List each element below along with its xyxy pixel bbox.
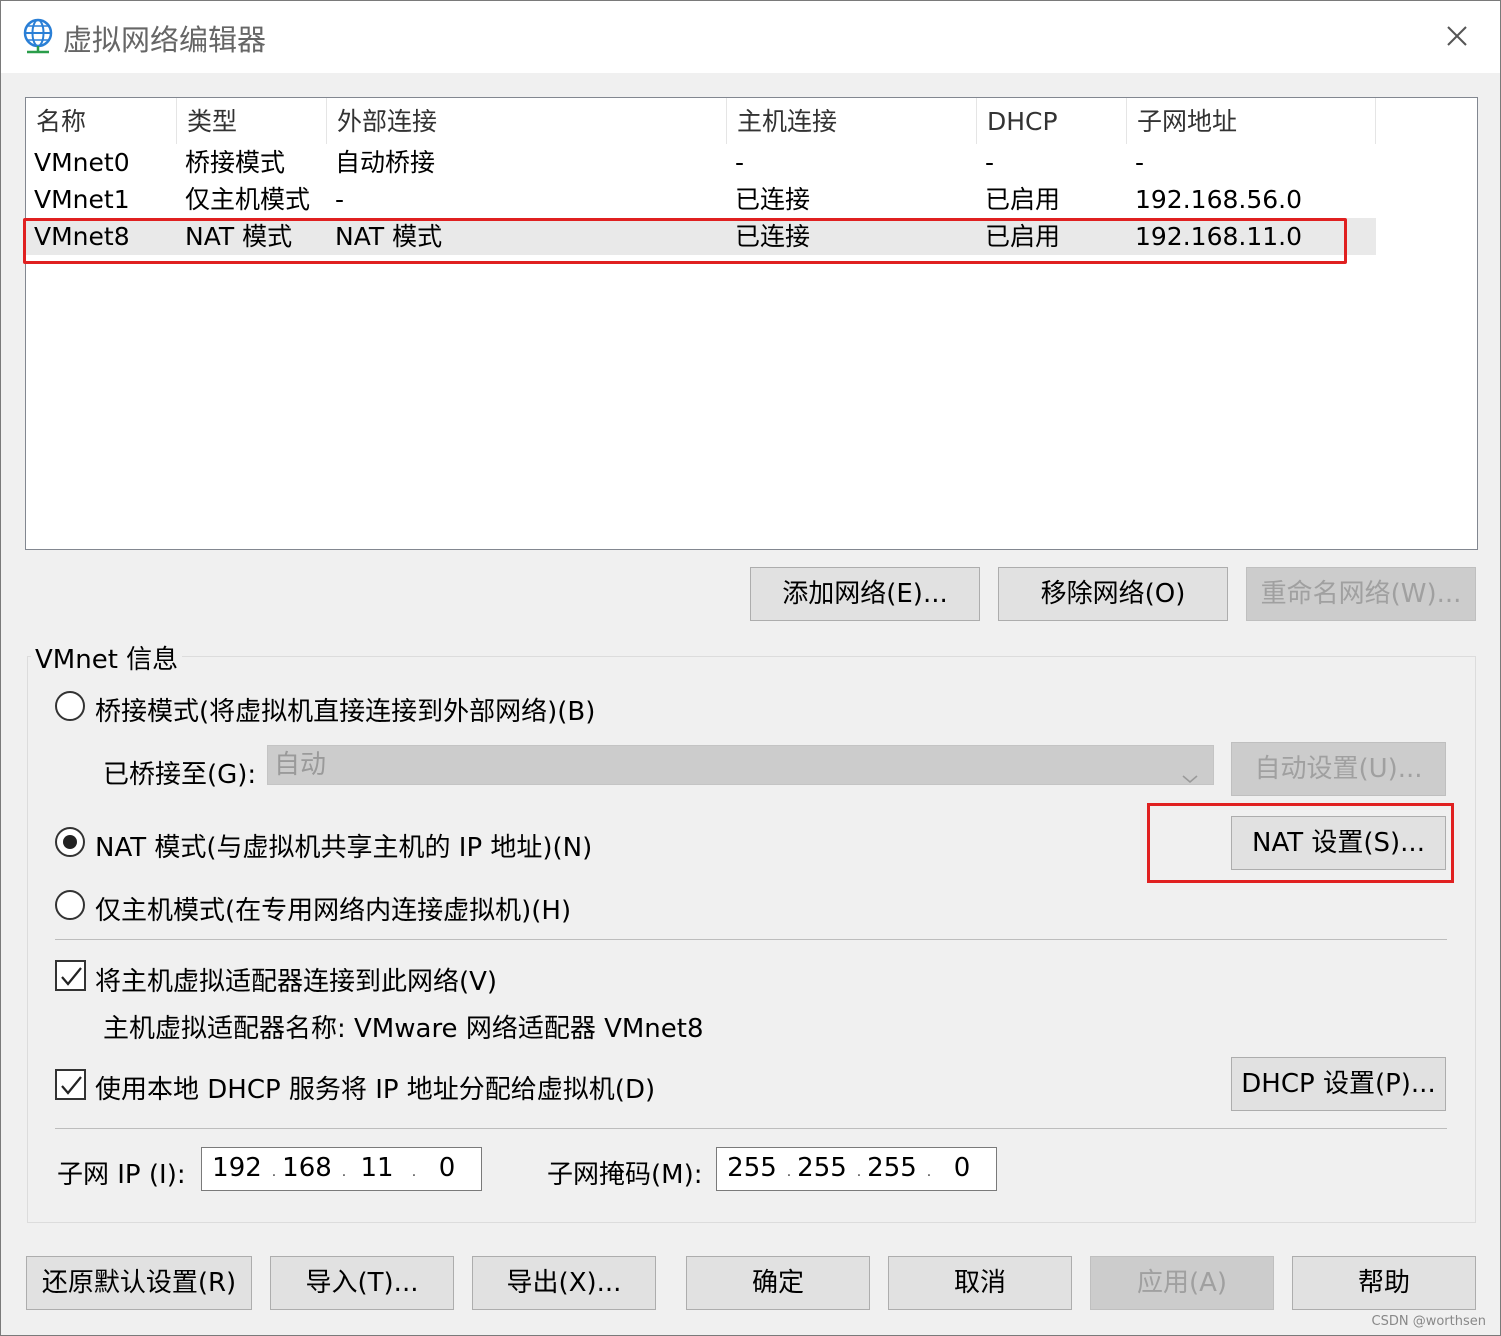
ip-dot: .: [411, 1164, 417, 1180]
cell-dhcp: -: [985, 148, 995, 177]
bridged-to-select[interactable]: 自动: [267, 745, 1214, 785]
subnet-mask-label: 子网掩码(M):: [547, 1160, 703, 1190]
chevron-down-icon: [1181, 758, 1199, 796]
column-header-type[interactable]: 类型: [177, 98, 327, 144]
auto-settings-button[interactable]: 自动设置(U)...: [1231, 742, 1446, 796]
list-row-vmnet1[interactable]: VMnet1 仅主机模式 - 已连接 已启用 192.168.56.0: [26, 181, 1376, 218]
cell-subnet: 192.168.56.0: [1135, 185, 1302, 214]
cell-name: VMnet0: [34, 148, 130, 177]
cell-dhcp: 已启用: [985, 222, 1061, 251]
adapter-name-text: 主机虚拟适配器名称: VMware 网络适配器 VMnet8: [103, 1014, 704, 1044]
cell-host: -: [735, 148, 745, 177]
mask-octet-3[interactable]: 255: [867, 1148, 917, 1190]
dhcp-settings-button[interactable]: DHCP 设置(P)...: [1231, 1057, 1446, 1111]
mask-dot: .: [786, 1164, 792, 1180]
subnet-ip-field[interactable]: 192 . 168 . 11 . 0: [201, 1147, 482, 1191]
column-header-host[interactable]: 主机连接: [727, 98, 977, 144]
list-header: 名称 类型 外部连接 主机连接 DHCP 子网地址: [26, 98, 1376, 144]
nat-mode-label[interactable]: NAT 模式(与虚拟机共享主机的 IP 地址)(N): [95, 827, 592, 864]
export-button[interactable]: 导出(X)...: [472, 1256, 656, 1310]
subnet-mask-field[interactable]: 255 . 255 . 255 . 0: [716, 1147, 997, 1191]
cell-external: -: [335, 185, 345, 214]
mask-octet-4[interactable]: 0: [937, 1148, 987, 1190]
cancel-button[interactable]: 取消: [888, 1256, 1072, 1310]
globe-icon: [21, 18, 55, 54]
cell-subnet: 192.168.11.0: [1135, 222, 1302, 251]
column-header-subnet[interactable]: 子网地址: [1127, 98, 1376, 144]
add-network-button[interactable]: 添加网络(E)...: [750, 567, 980, 621]
cell-type: 仅主机模式: [185, 185, 311, 214]
nat-mode-radio[interactable]: [55, 827, 85, 857]
cell-type: 桥接模式: [185, 148, 286, 177]
cell-dhcp: 已启用: [985, 185, 1061, 214]
help-button[interactable]: 帮助: [1292, 1256, 1476, 1310]
close-icon[interactable]: [1436, 15, 1478, 57]
cell-subnet: -: [1135, 148, 1145, 177]
list-row-vmnet8-selected[interactable]: VMnet8 NAT 模式 NAT 模式 已连接 已启用 192.168.11.…: [26, 218, 1376, 255]
cell-name: VMnet1: [34, 185, 130, 214]
vmnet-info-label: VMnet 信息: [31, 639, 183, 676]
watermark: CSDN @worthsen: [1371, 1314, 1486, 1329]
cell-name: VMnet8: [34, 222, 130, 251]
bridge-mode-label[interactable]: 桥接模式(将虚拟机直接连接到外部网络)(B): [95, 691, 595, 728]
nat-settings-button[interactable]: NAT 设置(S)...: [1231, 816, 1446, 870]
restore-defaults-button[interactable]: 还原默认设置(R): [26, 1256, 252, 1310]
separator: [55, 1128, 1447, 1129]
cell-host: 已连接: [735, 222, 811, 251]
cell-host: 已连接: [735, 185, 811, 214]
apply-button[interactable]: 应用(A): [1090, 1256, 1274, 1310]
connect-adapter-label[interactable]: 将主机虚拟适配器连接到此网络(V): [95, 961, 497, 998]
title-bar: 虚拟网络编辑器: [1, 1, 1500, 73]
ip-octet-4[interactable]: 0: [422, 1148, 472, 1190]
column-header-name[interactable]: 名称: [26, 98, 177, 144]
subnet-ip-label: 子网 IP (I):: [57, 1160, 186, 1190]
mask-dot: .: [926, 1164, 932, 1180]
cell-external: 自动桥接: [335, 148, 436, 177]
separator: [55, 939, 1447, 940]
cell-type: NAT 模式: [185, 222, 293, 251]
host-only-radio[interactable]: [55, 890, 85, 920]
remove-network-button[interactable]: 移除网络(O): [998, 567, 1228, 621]
ip-dot: .: [341, 1164, 347, 1180]
rename-network-button[interactable]: 重命名网络(W)...: [1246, 567, 1476, 621]
column-header-dhcp[interactable]: DHCP: [977, 98, 1127, 144]
window-title: 虚拟网络编辑器: [63, 23, 267, 57]
cell-external: NAT 模式: [335, 222, 443, 251]
use-dhcp-label[interactable]: 使用本地 DHCP 服务将 IP 地址分配给虚拟机(D): [95, 1069, 655, 1106]
ok-button[interactable]: 确定: [686, 1256, 870, 1310]
mask-octet-2[interactable]: 255: [797, 1148, 847, 1190]
ip-dot: .: [271, 1164, 277, 1180]
bridged-to-value: 自动: [274, 750, 327, 780]
list-row-vmnet0[interactable]: VMnet0 桥接模式 自动桥接 - - -: [26, 144, 1376, 181]
ip-octet-3[interactable]: 11: [352, 1148, 402, 1190]
ip-octet-2[interactable]: 168: [282, 1148, 332, 1190]
mask-dot: .: [856, 1164, 862, 1180]
host-only-label[interactable]: 仅主机模式(在专用网络内连接虚拟机)(H): [95, 890, 571, 927]
mask-octet-1[interactable]: 255: [727, 1148, 777, 1190]
ip-octet-1[interactable]: 192: [212, 1148, 262, 1190]
import-button[interactable]: 导入(T)...: [270, 1256, 454, 1310]
bridge-mode-radio[interactable]: [55, 691, 85, 721]
bridged-to-label: 已桥接至(G):: [103, 760, 257, 790]
column-header-external[interactable]: 外部连接: [327, 98, 727, 144]
use-dhcp-checkbox[interactable]: [55, 1069, 86, 1100]
network-list[interactable]: 名称 类型 外部连接 主机连接 DHCP 子网地址 VMnet0 桥接模式 自动…: [25, 97, 1478, 550]
connect-adapter-checkbox[interactable]: [55, 960, 86, 991]
virtual-network-editor-window: 虚拟网络编辑器 名称 类型 外部连接 主机连接 DHCP 子网地址 VMnet0…: [0, 0, 1501, 1336]
